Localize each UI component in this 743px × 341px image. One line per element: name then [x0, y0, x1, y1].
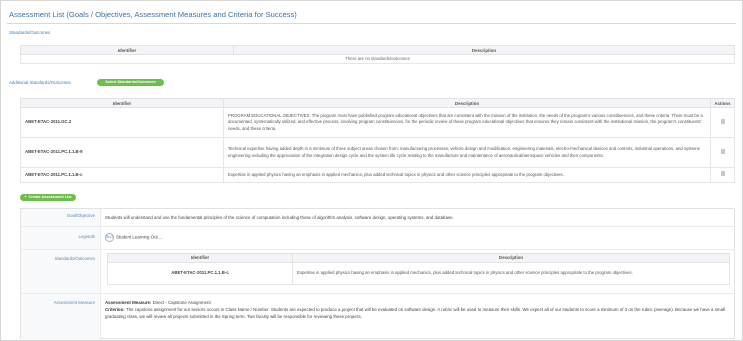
legend-text: Student Learning Out ... — [116, 234, 163, 240]
row-identifier: ABET-ETAC-2011.PC.1.1.B-9 — [20, 137, 224, 168]
trash-icon[interactable] — [720, 148, 725, 154]
col-identifier: Identifier — [20, 98, 224, 108]
standards-outcomes-row: Standards/Outcomes Identifier Descriptio… — [21, 250, 734, 294]
so-table: Identifier Description ABET-ETAC-2011.PC… — [107, 253, 730, 285]
trash-icon[interactable] — [720, 118, 725, 124]
criterion-prefix: Criterion: — [105, 307, 125, 313]
goal-label: Goal/Objective — [21, 209, 101, 226]
table-row: ABET-ETAC-2011.PC.1.1.B-c Expertise in a… — [20, 167, 735, 183]
legends-row: Legends SLO Student Learning Out ... — [21, 227, 734, 250]
slo-legend-icon: SLO — [105, 233, 114, 242]
col-description: Description — [233, 45, 735, 55]
criterion-line: Criterion: The capstone assignment for o… — [105, 306, 730, 320]
row-description: PROGRAM EDUCATIONAL OBJECTIVES: The prog… — [223, 107, 711, 138]
table-row: ABET-ETAC-2011.PC.1.1.B-c Expertise in a… — [107, 262, 730, 285]
row-identifier: ABET-ETAC-2011.PC.1.1.B-c — [107, 262, 293, 285]
select-standards-button[interactable]: Select Standards/Outcomes — [97, 79, 164, 86]
row-description: Expertise in applied physics having an e… — [292, 262, 730, 285]
col-description: Description — [223, 98, 711, 108]
page-title: Assessment List (Goals / Objectives, Ass… — [9, 10, 297, 19]
row-description: Expertise in applied physics having an e… — [223, 167, 711, 183]
so-label: Standards/Outcomes — [21, 250, 101, 293]
additional-standards-label: Additional Standards/Outcomes — [9, 80, 71, 85]
measure-title-line: Assessment Measure: Direct - Capstone As… — [105, 299, 730, 306]
row-identifier: ABET-ETAC-2011.GC.2 — [20, 107, 224, 138]
assessment-panel: Goal/Objective Students will understand … — [20, 208, 735, 340]
additional-standards-table: Identifier Description Actions ABET-ETAC… — [20, 98, 735, 183]
row-identifier: ABET-ETAC-2011.PC.1.1.B-c — [20, 167, 224, 183]
goal-row: Goal/Objective Students will understand … — [21, 209, 734, 227]
create-button-label: Create Assessment List — [28, 195, 72, 199]
table-row: ABET-ETAC-2011.GC.2 PROGRAM EDUCATIONAL … — [20, 107, 735, 138]
standards-table: Identifier Description There are no stan… — [20, 45, 735, 64]
col-actions: Actions — [710, 98, 735, 108]
legends-label: Legends — [21, 227, 101, 249]
goal-text: Students will understand and use the fun… — [105, 215, 454, 220]
measure-title-prefix: Assessment Measure: — [105, 300, 152, 305]
row-description: Technical expertise having added depth i… — [223, 137, 711, 168]
trash-icon[interactable] — [720, 171, 725, 177]
title-divider — [7, 23, 736, 24]
table-row: ABET-ETAC-2011.PC.1.1.B-9 Technical expe… — [20, 137, 735, 168]
measure-label: Assessment Measure — [21, 294, 101, 340]
col-identifier: Identifier — [20, 45, 234, 55]
plus-icon: + — [24, 195, 27, 199]
create-assessment-list-button[interactable]: + Create Assessment List — [20, 194, 76, 201]
col-identifier: Identifier — [107, 253, 293, 263]
col-description: Description — [292, 253, 730, 263]
assessment-list-frame: Assessment List (Goals / Objectives, Ass… — [0, 0, 743, 341]
standards-outcomes-label: Standards/Outcomes — [9, 30, 51, 35]
empty-standards-text: There are no standards/outcomes — [20, 54, 735, 64]
assessment-measure-row: Assessment Measure Assessment Measure: D… — [21, 294, 734, 340]
measure-title: Direct - Capstone Assignment — [152, 300, 211, 305]
criterion-text: The capstone assignment for our seniors … — [105, 307, 725, 320]
